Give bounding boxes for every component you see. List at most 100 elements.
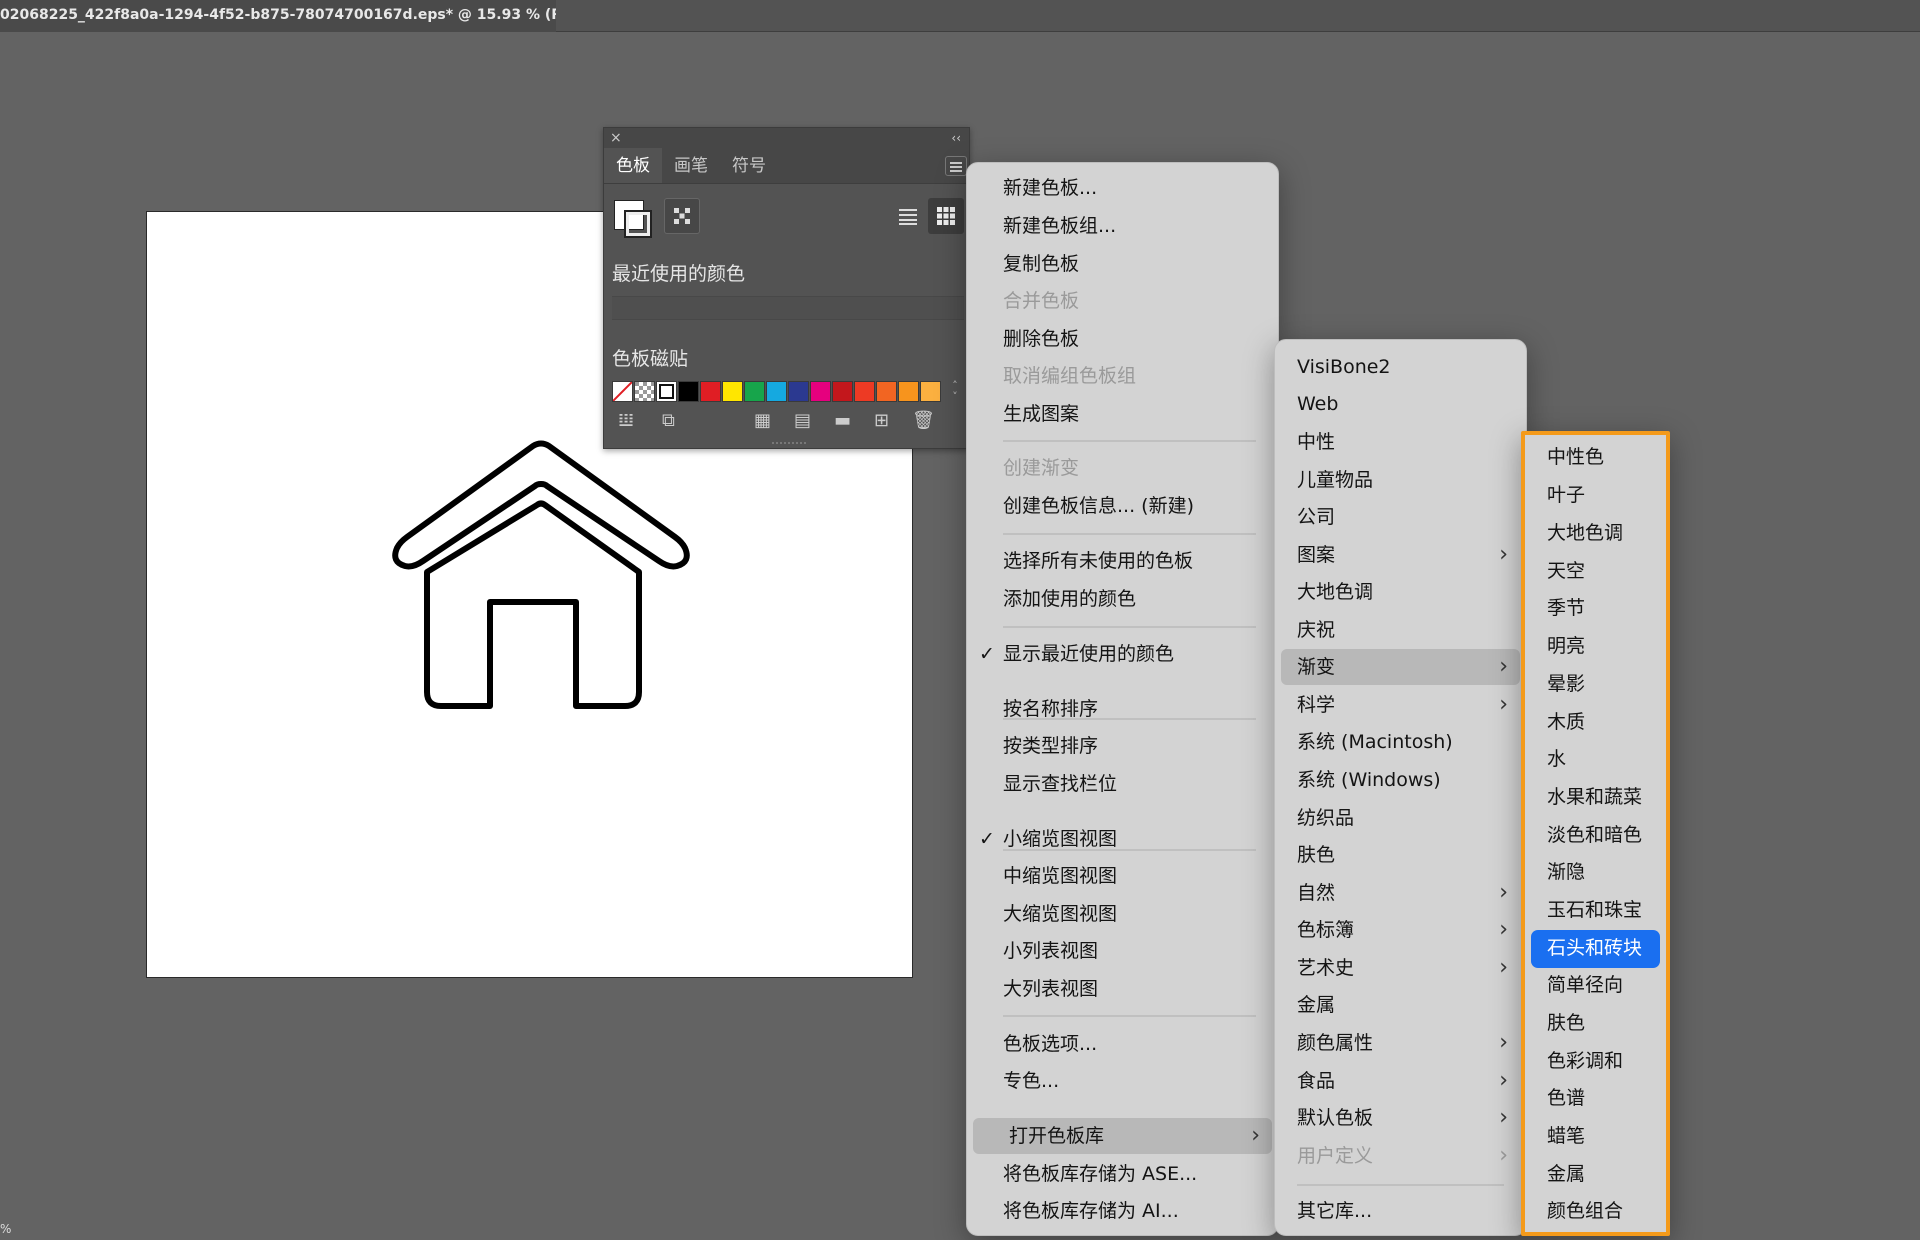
menu-gradient-item[interactable]: 简单径向 — [1525, 967, 1666, 1005]
list-view-icon[interactable] — [890, 198, 926, 234]
swatch-color[interactable] — [788, 381, 809, 402]
menu-main-item[interactable]: 将色板库存储为 AI... — [967, 1193, 1278, 1229]
menu-main-item[interactable]: 选择所有未使用的色板 — [967, 543, 1278, 579]
menu-gradient-item[interactable]: 淡色和暗色 — [1525, 817, 1666, 855]
swatch-color[interactable] — [810, 381, 831, 402]
tab-symbols[interactable]: 符号 — [720, 148, 778, 183]
menu-library-item[interactable]: 默认色板 › — [1275, 1100, 1526, 1136]
menu-gradient-item[interactable]: 蜡笔 — [1525, 1118, 1666, 1156]
grid-view-icon[interactable] — [928, 198, 964, 234]
show-kinds-icon[interactable]: ▦ — [754, 410, 771, 431]
swatch-color[interactable] — [832, 381, 853, 402]
panel-title-bar[interactable]: × ‹‹ — [604, 128, 969, 148]
collapse-icon[interactable]: ‹‹ — [951, 128, 961, 148]
swatch-registration[interactable] — [634, 381, 655, 402]
menu-main-item[interactable]: 新建色板... — [967, 170, 1278, 206]
panel-menu-icon[interactable] — [945, 156, 967, 176]
menu-main-item[interactable]: 大列表视图 — [967, 971, 1278, 1007]
menu-main-item[interactable]: 删除色板 — [967, 321, 1278, 357]
swatch-color[interactable] — [678, 381, 699, 402]
menu-library-item[interactable]: 颜色属性 › — [1275, 1025, 1526, 1061]
menu-main-item[interactable]: 创建色板信息... (新建) — [967, 488, 1278, 524]
menu-main-item[interactable]: 复制色板 — [967, 246, 1278, 282]
menu-gradient-item[interactable]: 玉石和珠宝 — [1525, 892, 1666, 930]
menu-main-item[interactable]: 添加使用的颜色 — [967, 581, 1278, 617]
menu-main-item[interactable]: ✓ 小缩览图视图 — [967, 821, 1278, 857]
new-group-folder-icon[interactable]: ▬ — [834, 410, 851, 431]
menu-main-item[interactable]: 显示查找栏位 — [967, 766, 1278, 802]
menu-library-item[interactable]: 金属 — [1275, 987, 1526, 1023]
menu-library-item[interactable]: 中性 — [1275, 424, 1526, 460]
tab-swatches[interactable]: 色板 — [604, 148, 662, 183]
menu-main-item[interactable]: 打开色板库 › — [973, 1118, 1272, 1154]
document-tab[interactable]: 02068225_422f8a0a-1294-4f52-b875-7807470… — [0, 0, 556, 32]
menu-main-item[interactable]: 专色... — [967, 1063, 1278, 1099]
menu-gradient-item[interactable]: 渐隐 — [1525, 854, 1666, 892]
menu-gradient-item[interactable]: 水 — [1525, 741, 1666, 779]
swatch-options-small-icon[interactable]: ▤ — [794, 410, 811, 431]
swatch-color[interactable] — [854, 381, 875, 402]
swatch-none[interactable] — [612, 381, 633, 402]
swatch-color[interactable] — [876, 381, 897, 402]
menu-library-item[interactable]: 大地色调 — [1275, 574, 1526, 610]
stroke-color-box[interactable] — [624, 210, 652, 238]
menu-main-item[interactable]: 大缩览图视图 — [967, 896, 1278, 932]
menu-library-item[interactable]: 系统 (Windows) — [1275, 762, 1526, 798]
library-menu-icon[interactable]: 𝍔 — [618, 410, 634, 431]
menu-library-item[interactable]: 公司 — [1275, 499, 1526, 535]
menu-library-item[interactable]: 色标簿 › — [1275, 912, 1526, 948]
swatch-color[interactable] — [744, 381, 765, 402]
menu-library-item[interactable]: 系统 (Macintosh) — [1275, 724, 1526, 760]
resize-grip[interactable] — [772, 442, 806, 448]
menu-library-item[interactable]: 纺织品 — [1275, 800, 1526, 836]
menu-main-item[interactable]: 新建色板组... — [967, 208, 1278, 244]
menu-gradient-item[interactable]: 天空 — [1525, 553, 1666, 591]
menu-main-item[interactable]: 中缩览图视图 — [967, 858, 1278, 894]
menu-main-item[interactable]: 将色板库存储为 ASE... — [967, 1156, 1278, 1192]
swatch-color[interactable] — [656, 381, 677, 402]
swatch-scroll-arrows[interactable]: ˄ ˅ — [946, 380, 964, 404]
menu-gradient-item[interactable]: 金属 — [1525, 1156, 1666, 1194]
menu-library-item[interactable]: 艺术史 › — [1275, 950, 1526, 986]
menu-gradient-item[interactable]: 叶子 — [1525, 477, 1666, 515]
menu-gradient-item[interactable]: 色谱 — [1525, 1080, 1666, 1118]
menu-gradient-item[interactable]: 肤色 — [1525, 1005, 1666, 1043]
place-swatches-icon[interactable]: ⧉ — [662, 410, 675, 431]
tab-brushes[interactable]: 画笔 — [662, 148, 720, 183]
menu-main-item[interactable]: 生成图案 — [967, 396, 1278, 432]
menu-library-item[interactable]: 食品 › — [1275, 1063, 1526, 1099]
swatch-color[interactable] — [766, 381, 787, 402]
menu-main-item[interactable]: 按类型排序 — [967, 728, 1278, 764]
menu-library-item[interactable]: 科学 › — [1275, 687, 1526, 723]
swatch-options-icon[interactable] — [664, 198, 700, 234]
menu-library-item[interactable]: VisiBone2 — [1275, 349, 1526, 385]
menu-gradient-item[interactable]: 季节 — [1525, 590, 1666, 628]
menu-gradient-item[interactable]: 中性色 — [1525, 439, 1666, 477]
menu-library-item[interactable]: 其它库... — [1275, 1193, 1526, 1229]
menu-library-item[interactable]: Web — [1275, 386, 1526, 422]
menu-gradient-item[interactable]: 色彩调和 — [1525, 1043, 1666, 1081]
menu-gradient-item[interactable]: 颜色组合 — [1525, 1193, 1666, 1231]
menu-main-item[interactable]: ✓ 显示最近使用的颜色 — [967, 636, 1278, 672]
swatch-color[interactable] — [898, 381, 919, 402]
menu-gradient-item[interactable]: 石头和砖块 — [1531, 930, 1660, 968]
menu-library-item[interactable]: 自然 › — [1275, 875, 1526, 911]
swatch-color[interactable] — [700, 381, 721, 402]
close-icon[interactable]: × — [610, 128, 622, 148]
menu-gradient-item[interactable]: 明亮 — [1525, 628, 1666, 666]
swatch-color[interactable] — [722, 381, 743, 402]
menu-main-item[interactable]: 按名称排序 — [967, 691, 1278, 727]
menu-library-item[interactable]: 肤色 — [1275, 837, 1526, 873]
menu-main-item[interactable]: 小列表视图 — [967, 933, 1278, 969]
menu-gradient-item[interactable]: 大地色调 — [1525, 515, 1666, 553]
trash-icon[interactable]: 🗑 — [912, 410, 935, 431]
menu-library-item[interactable]: 图案 › — [1275, 537, 1526, 573]
menu-library-item[interactable]: 儿童物品 — [1275, 462, 1526, 498]
swatch-color[interactable] — [920, 381, 941, 402]
menu-gradient-item[interactable]: 木质 — [1525, 704, 1666, 742]
new-swatch-icon[interactable]: ⊞ — [874, 410, 889, 431]
menu-gradient-item[interactable]: 水果和蔬菜 — [1525, 779, 1666, 817]
menu-main-item[interactable]: 色板选项... — [967, 1026, 1278, 1062]
menu-gradient-item[interactable]: 晕影 — [1525, 666, 1666, 704]
menu-library-item[interactable]: 渐变 › — [1281, 649, 1520, 685]
